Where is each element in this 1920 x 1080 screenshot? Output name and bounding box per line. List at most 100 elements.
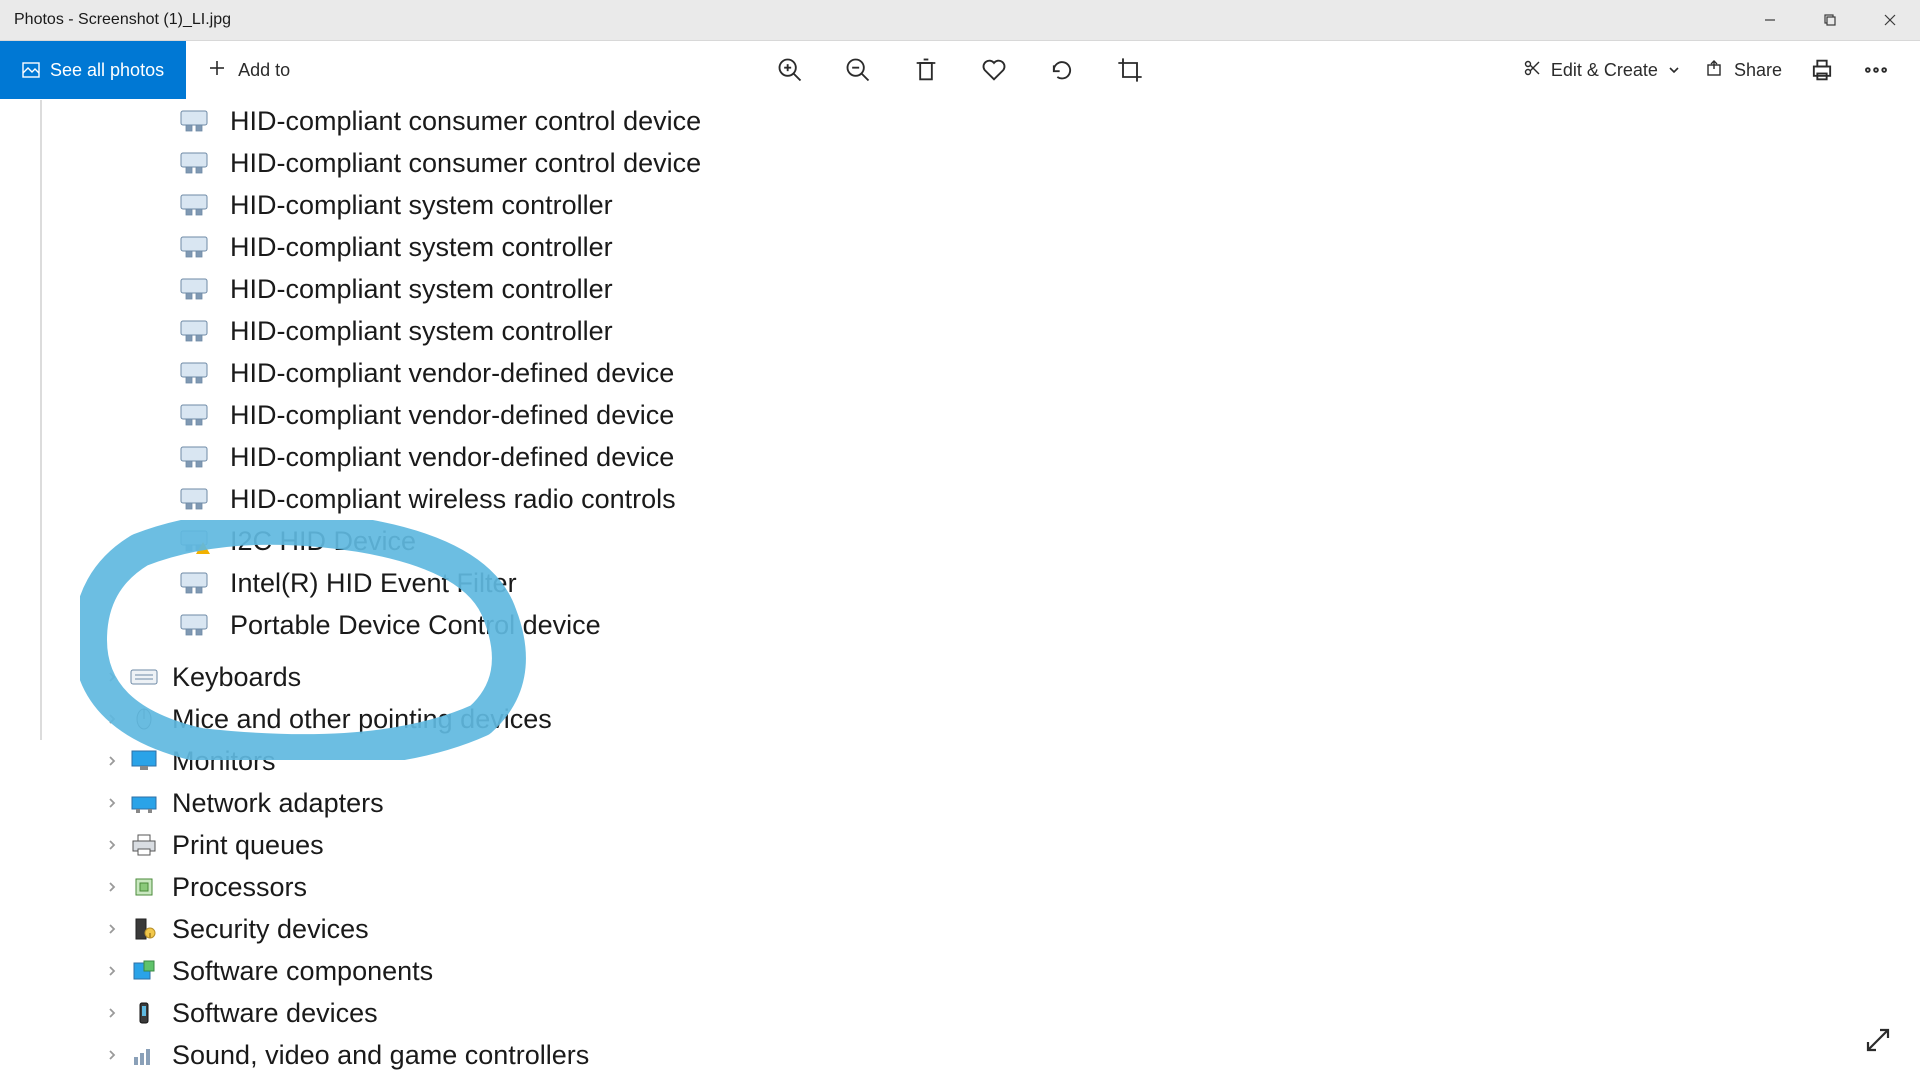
see-all-photos-button[interactable]: See all photos xyxy=(0,41,186,99)
see-all-photos-label: See all photos xyxy=(50,60,164,81)
device-item[interactable]: HID-compliant consumer control device xyxy=(180,100,701,142)
category-icon xyxy=(130,1001,158,1025)
device-item[interactable]: HID-compliant system controller xyxy=(180,226,701,268)
device-icon xyxy=(180,278,208,300)
category-label: Print queues xyxy=(172,830,324,861)
category-label: Software components xyxy=(172,956,433,987)
device-item[interactable]: HID-compliant vendor-defined device xyxy=(180,394,701,436)
category-label: Mice and other pointing devices xyxy=(172,704,552,735)
category-icon xyxy=(130,665,158,689)
zoom-out-button[interactable] xyxy=(844,56,872,84)
chevron-down-icon xyxy=(1668,60,1680,81)
expand-chevron-icon[interactable] xyxy=(100,961,124,982)
category-icon xyxy=(130,833,158,857)
category-list: Keyboards Mice and other pointing devices… xyxy=(100,656,589,1076)
device-label: HID-compliant consumer control device xyxy=(230,106,701,137)
device-icon xyxy=(180,488,208,510)
device-item[interactable]: Portable Device Control device xyxy=(180,604,701,646)
device-label: Portable Device Control device xyxy=(230,610,601,641)
share-label: Share xyxy=(1734,60,1782,81)
device-label: HID-compliant system controller xyxy=(230,232,613,263)
share-button[interactable]: Share xyxy=(1706,59,1782,82)
fullscreen-button[interactable] xyxy=(1862,1024,1894,1056)
rotate-button[interactable] xyxy=(1048,56,1076,84)
photo-icon xyxy=(22,61,40,79)
expand-chevron-icon[interactable] xyxy=(100,1003,124,1024)
edit-create-label: Edit & Create xyxy=(1551,60,1658,81)
minimize-button[interactable] xyxy=(1740,0,1800,40)
share-icon xyxy=(1706,59,1724,82)
device-item[interactable]: Intel(R) HID Event Filter xyxy=(180,562,701,604)
device-icon xyxy=(180,614,208,636)
device-icon xyxy=(180,362,208,384)
category-item[interactable]: Mice and other pointing devices xyxy=(100,698,589,740)
category-icon xyxy=(130,875,158,899)
title-bar: Photos - Screenshot (1)_LI.jpg xyxy=(0,0,1920,41)
delete-button[interactable] xyxy=(912,56,940,84)
device-icon xyxy=(180,404,208,426)
expand-chevron-icon[interactable] xyxy=(100,793,124,814)
add-to-button[interactable]: Add to xyxy=(186,41,312,99)
photo-viewport[interactable]: HID-compliant consumer control device HID… xyxy=(0,100,1920,1080)
category-label: Processors xyxy=(172,872,307,903)
category-icon xyxy=(130,707,158,731)
expand-chevron-icon[interactable] xyxy=(100,709,124,730)
device-item[interactable]: HID-compliant vendor-defined device xyxy=(180,436,701,478)
zoom-in-button[interactable] xyxy=(776,56,804,84)
device-icon xyxy=(180,236,208,258)
category-item[interactable]: Processors xyxy=(100,866,589,908)
tree-guide-line xyxy=(40,100,42,740)
device-item[interactable]: I2C HID Device xyxy=(180,520,701,562)
device-label: Intel(R) HID Event Filter xyxy=(230,568,517,599)
category-item[interactable]: Print queues xyxy=(100,824,589,866)
crop-button[interactable] xyxy=(1116,56,1144,84)
device-label: HID-compliant vendor-defined device xyxy=(230,358,674,389)
expand-chevron-icon[interactable] xyxy=(100,877,124,898)
expand-chevron-icon[interactable] xyxy=(100,667,124,688)
expand-chevron-icon[interactable] xyxy=(100,751,124,772)
more-options-button[interactable] xyxy=(1862,56,1890,84)
category-item[interactable]: Software devices xyxy=(100,992,589,1034)
category-icon xyxy=(130,917,158,941)
device-item[interactable]: HID-compliant system controller xyxy=(180,268,701,310)
device-label: HID-compliant consumer control device xyxy=(230,148,701,179)
device-item[interactable]: HID-compliant system controller xyxy=(180,184,701,226)
category-item[interactable]: Sound, video and game controllers xyxy=(100,1034,589,1076)
close-button[interactable] xyxy=(1860,0,1920,40)
category-icon xyxy=(130,1043,158,1067)
device-item[interactable]: HID-compliant system controller xyxy=(180,310,701,352)
device-icon xyxy=(180,194,208,216)
edit-create-button[interactable]: Edit & Create xyxy=(1523,59,1680,82)
category-item[interactable]: Software components xyxy=(100,950,589,992)
expand-chevron-icon[interactable] xyxy=(100,919,124,940)
scissors-icon xyxy=(1523,59,1541,82)
device-item[interactable]: HID-compliant vendor-defined device xyxy=(180,352,701,394)
expand-chevron-icon[interactable] xyxy=(100,1045,124,1066)
expand-chevron-icon[interactable] xyxy=(100,835,124,856)
app-toolbar: See all photos Add to Edit & Create Shar… xyxy=(0,41,1920,100)
category-item[interactable]: Monitors xyxy=(100,740,589,782)
device-label: HID-compliant wireless radio controls xyxy=(230,484,676,515)
toolbar-center xyxy=(776,56,1144,84)
device-icon xyxy=(180,110,208,132)
plus-icon xyxy=(208,59,226,82)
device-label: I2C HID Device xyxy=(230,526,416,557)
device-item[interactable]: HID-compliant wireless radio controls xyxy=(180,478,701,520)
print-button[interactable] xyxy=(1808,56,1836,84)
maximize-button[interactable] xyxy=(1800,0,1860,40)
device-label: HID-compliant system controller xyxy=(230,190,613,221)
favorite-button[interactable] xyxy=(980,56,1008,84)
category-icon xyxy=(130,959,158,983)
category-item[interactable]: Keyboards xyxy=(100,656,589,698)
device-icon xyxy=(180,446,208,468)
toolbar-right: Edit & Create Share xyxy=(1523,56,1920,84)
category-item[interactable]: Security devices xyxy=(100,908,589,950)
category-label: Network adapters xyxy=(172,788,384,819)
device-icon xyxy=(180,320,208,342)
device-label: HID-compliant vendor-defined device xyxy=(230,400,674,431)
category-label: Software devices xyxy=(172,998,378,1029)
device-item[interactable]: HID-compliant consumer control device xyxy=(180,142,701,184)
category-item[interactable]: Network adapters xyxy=(100,782,589,824)
device-label: HID-compliant system controller xyxy=(230,316,613,347)
window-controls xyxy=(1740,0,1920,40)
